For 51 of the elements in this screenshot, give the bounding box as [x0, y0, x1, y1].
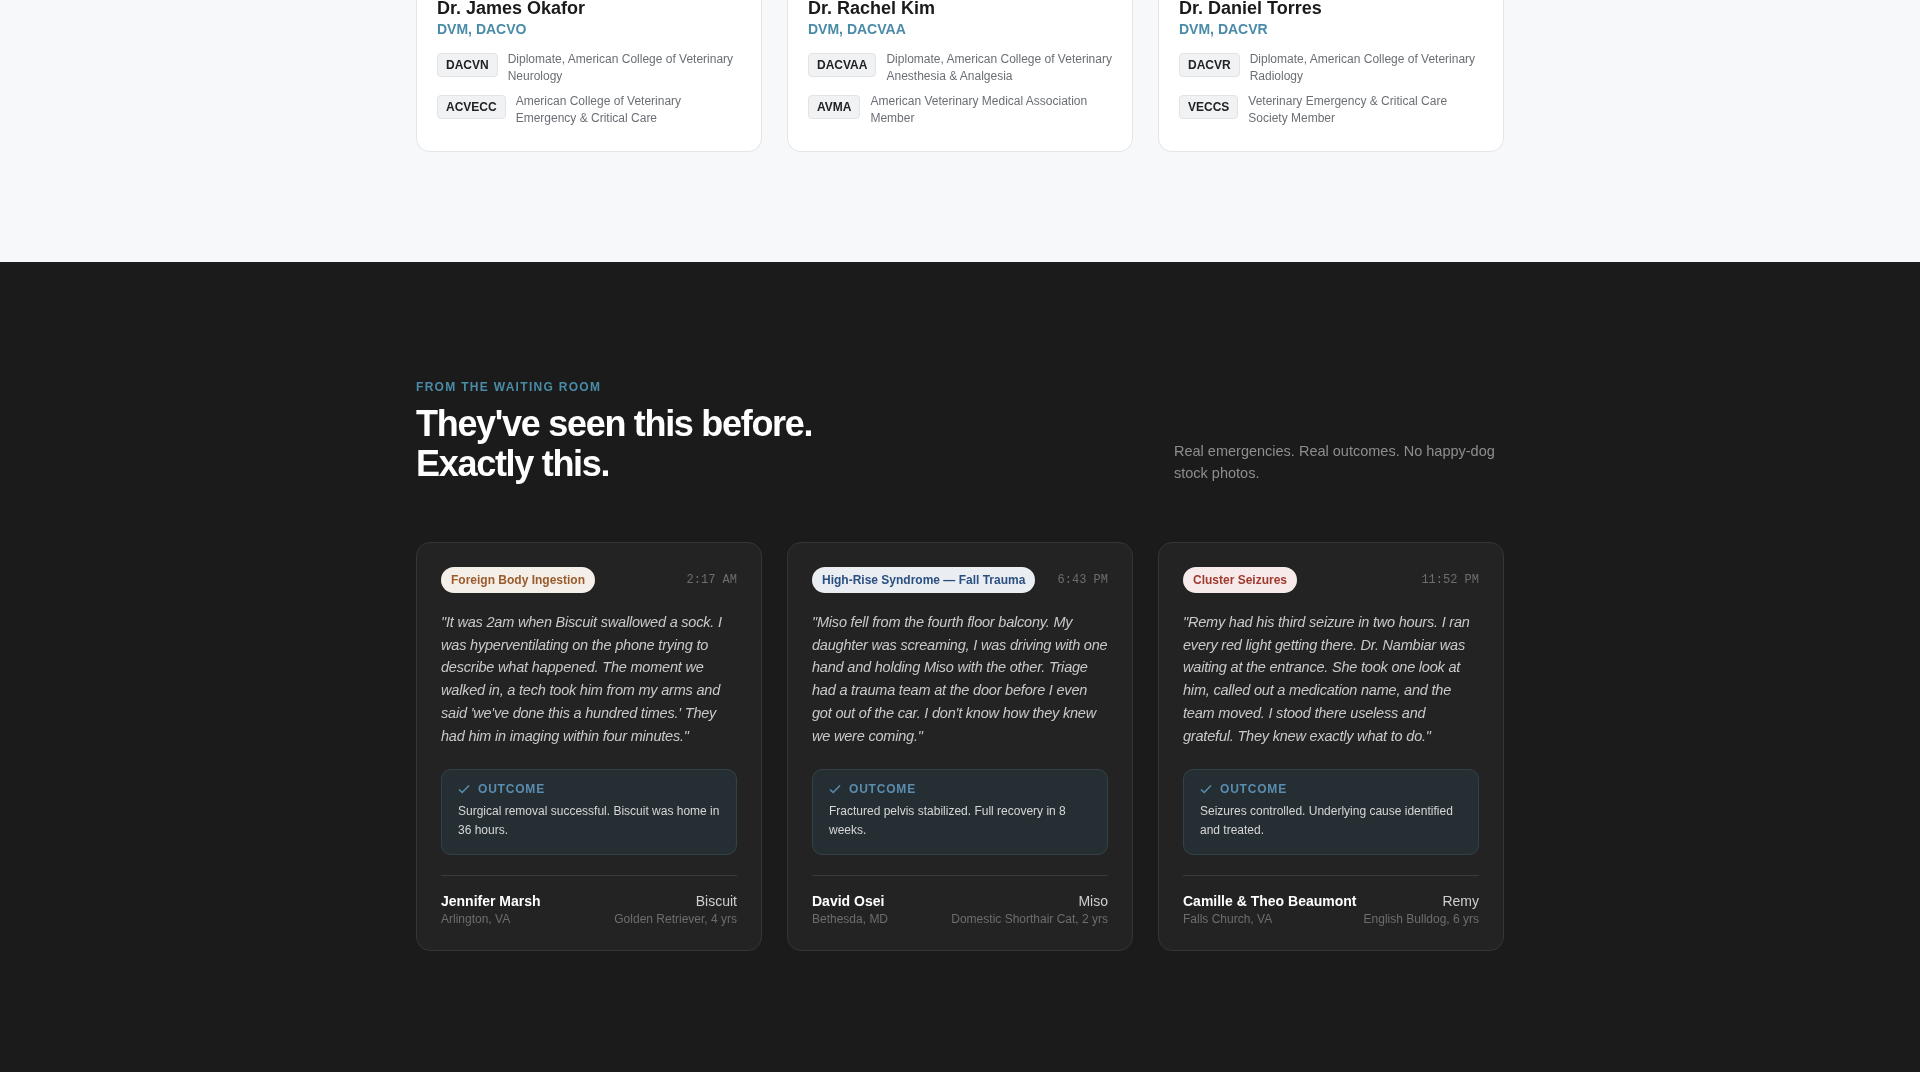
case-tag: Foreign Body Ingestion [441, 567, 595, 593]
pet-breed: English Bulldog, 6 yrs [1363, 912, 1479, 927]
outcome-text: Seizures controlled. Underlying cause identified and treated. [1200, 803, 1454, 840]
certification-code: VECCS [1179, 95, 1239, 119]
certification-code: ACVECC [437, 95, 506, 119]
outcome-label: OUTCOME [1220, 782, 1287, 797]
pet-name: Biscuit [694, 893, 737, 910]
owner-location: Falls Church, VA [1183, 912, 1274, 927]
owner-name: David Osei [812, 893, 886, 910]
check-icon [829, 784, 841, 795]
certification-description: Diplomate, American College of Veterinary Neurology [507, 51, 735, 85]
certification-description: Diplomate, American College of Veterinary Anesthesia & Analgesia [886, 51, 1112, 85]
owner-location: Arlington, VA [441, 912, 512, 927]
testimonial-quote: "Remy had his third seizure in two hours. I ran every red light getting there. Dr. Nambiar was waiting at the entrance. She took one look at him, called out a medication name, and the team moved. I stood there useless and grateful. They knew exactly what to do." [1183, 613, 1471, 746]
certification-description: American Veterinary Medical Association Member [870, 93, 1089, 127]
outcome-label: OUTCOME [478, 782, 545, 797]
certification-code: DACVR [1179, 53, 1240, 77]
certification-code: AVMA [808, 95, 861, 119]
section-eyebrow: FROM THE WAITING ROOM [416, 380, 603, 394]
case-time: 2:17 AM [686, 573, 737, 587]
case-time: 11:52 PM [1421, 573, 1479, 587]
doctor-credentials: DVM, DACVO [437, 21, 528, 37]
doctor-name: Dr. Daniel Torres [1179, 0, 1323, 16]
pet-name: Remy [1441, 893, 1479, 910]
pet-breed: Domestic Shorthair Cat, 2 yrs [951, 912, 1108, 927]
section-heading: They've seen this before. Exactly this. [416, 404, 813, 484]
section-subtext: Real emergencies. Real outcomes. No happy-dog stock photos. [1174, 442, 1496, 483]
outcome-text: Surgical removal successful. Biscuit was home in 36 hours. [458, 803, 720, 840]
case-tag: Cluster Seizures [1183, 567, 1298, 593]
outcome-text: Fractured pelvis stabilized. Full recovery in 8 weeks. [829, 803, 1067, 840]
check-icon [1200, 784, 1212, 795]
owner-name: Camille & Theo Beaumont [1183, 893, 1357, 910]
outcome-label: OUTCOME [849, 782, 916, 797]
doctor-name: Dr. James Okafor [437, 0, 587, 16]
case-time: 6:43 PM [1057, 573, 1108, 587]
doctor-name: Dr. Rachel Kim [808, 0, 937, 16]
pet-name: Miso [1077, 893, 1108, 910]
certification-code: DACVN [437, 53, 498, 77]
doctor-credentials: DVM, DACVAA [808, 21, 907, 37]
certification-code: DACVAA [808, 53, 877, 77]
certification-description: Diplomate, American College of Veterinary Radiology [1249, 51, 1477, 85]
owner-location: Bethesda, MD [812, 912, 889, 927]
doctor-credentials: DVM, DACVR [1179, 21, 1269, 37]
owner-name: Jennifer Marsh [441, 893, 541, 910]
pet-breed: Golden Retriever, 4 yrs [614, 912, 737, 927]
testimonial-quote: "Miso fell from the fourth floor balcony. My daughter was screaming, I was driving with one hand and holding Miso with the other. Triage had a trauma team at the door before I even got out of the car. I don't know how they knew we were coming." [812, 613, 1108, 746]
certification-description: Veterinary Emergency & Critical Care Society Member [1248, 93, 1449, 127]
check-icon [458, 784, 470, 795]
testimonial-quote: "It was 2am when Biscuit swallowed a sock. I was hyperventilating on the phone trying to describe what happened. The moment we walked in, a tech took him from my arms and said 'we've done this a hundred times.' They had him in imaging within four minutes." [441, 613, 723, 746]
certification-description: American College of Veterinary Emergency & Critical Care [515, 93, 683, 127]
case-tag: High-Rise Syndrome — Fall Trauma [812, 567, 1036, 593]
